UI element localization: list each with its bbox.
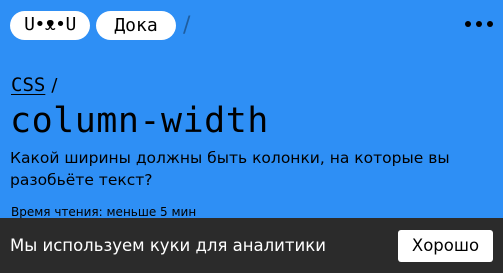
site-name-link[interactable]: Дока	[96, 10, 176, 40]
logo-link[interactable]: U•ᴥ•U	[10, 10, 90, 40]
article-description: Какой ширины должны быть колонки, на кот…	[10, 149, 450, 189]
header-separator: /	[183, 12, 191, 38]
cookie-accept-button[interactable]: Хорошо	[398, 229, 493, 262]
menu-dot	[465, 21, 471, 27]
breadcrumb: CSS /	[11, 74, 57, 96]
cookie-text: Мы используем куки для аналитики	[10, 236, 326, 255]
more-dots-icon[interactable]	[465, 21, 493, 27]
menu-dot	[487, 21, 493, 27]
breadcrumb-css-link[interactable]: CSS	[11, 74, 45, 96]
menu-dot	[476, 21, 482, 27]
breadcrumb-separator: /	[51, 75, 58, 96]
site-header: U•ᴥ•U Дока /	[10, 10, 190, 40]
cookie-banner: Мы используем куки для аналитики Хорошо	[0, 218, 503, 273]
page-title: column-width	[10, 101, 269, 141]
